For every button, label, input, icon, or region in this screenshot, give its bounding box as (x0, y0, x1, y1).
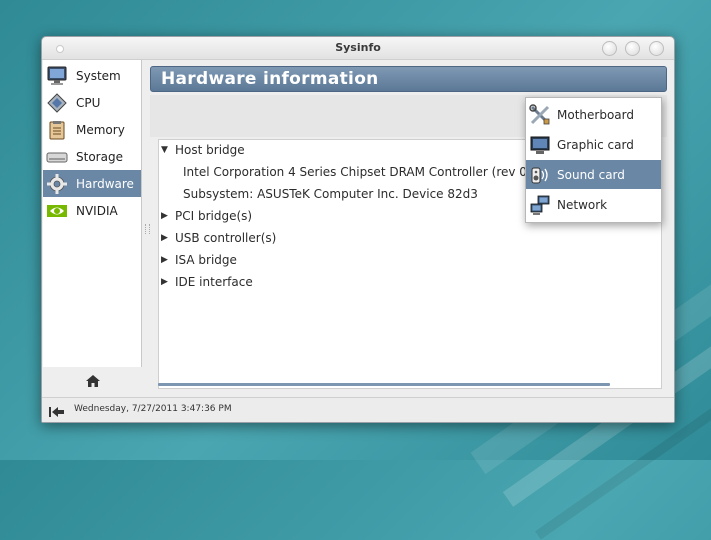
minimize-button[interactable] (602, 41, 617, 56)
sidebar-item-label: Hardware (76, 176, 134, 191)
home-icon[interactable] (86, 372, 100, 391)
status-datetime: Wednesday, 7/27/2011 3:47:36 PM (74, 404, 232, 414)
horizontal-scrollbar[interactable] (158, 383, 610, 386)
hardware-category-menu: Motherboard Graphic card Sound card Netw… (525, 97, 662, 223)
sidebar-item-label: CPU (76, 95, 101, 110)
network-icon (529, 194, 551, 216)
tree-item-host-bridge[interactable]: ▼ Host bridge (161, 140, 245, 160)
tree-item-label: USB controller(s) (175, 231, 277, 245)
nvidia-icon (46, 201, 68, 221)
menu-item-motherboard[interactable]: Motherboard (526, 100, 661, 129)
tree-subitem[interactable]: Intel Corporation 4 Series Chipset DRAM … (183, 162, 539, 182)
tree-item-usb-controllers[interactable]: ▶ USB controller(s) (161, 228, 276, 248)
sidebar-item-label: System (76, 68, 121, 83)
window-title: Sysinfo (335, 41, 381, 54)
maximize-button[interactable] (625, 41, 640, 56)
sidebar-item-label: Storage (76, 149, 123, 164)
sidebar: System CPU Memory Storage Hardware NVIDI… (43, 60, 142, 367)
tree-item-label: IDE interface (175, 275, 253, 289)
tree-subitem-label: Subsystem: ASUSTeK Computer Inc. Device … (183, 187, 478, 201)
tree-subitem-label: Intel Corporation 4 Series Chipset DRAM … (183, 165, 540, 179)
speaker-icon (529, 164, 551, 186)
collapse-sidebar-icon[interactable] (49, 403, 65, 422)
status-bar: Wednesday, 7/27/2011 3:47:36 PM (42, 397, 674, 422)
tree-item-label: ISA bridge (175, 253, 237, 267)
sidebar-item-label: NVIDIA (76, 203, 118, 218)
page-header: Hardware information (150, 66, 667, 92)
sidebar-item-memory[interactable]: Memory (43, 116, 141, 143)
tree-item-isa-bridge[interactable]: ▶ ISA bridge (161, 250, 237, 270)
menu-item-label: Sound card (557, 167, 625, 182)
cpu-icon (46, 92, 68, 113)
monitor-icon (46, 66, 68, 86)
tree-subitem[interactable]: Subsystem: ASUSTeK Computer Inc. Device … (183, 184, 478, 204)
menu-item-sound-card[interactable]: Sound card (526, 160, 661, 189)
sidebar-item-hardware[interactable]: Hardware (43, 170, 141, 197)
title-bar[interactable]: Sysinfo (42, 37, 674, 60)
gear-icon (46, 173, 68, 194)
page-title: Hardware information (161, 69, 379, 89)
sidebar-item-cpu[interactable]: CPU (43, 89, 141, 116)
tools-icon (529, 103, 551, 126)
sidebar-item-system[interactable]: System (43, 62, 141, 89)
menu-item-network[interactable]: Network (526, 190, 661, 219)
display-icon (529, 134, 551, 156)
menu-item-label: Motherboard (557, 107, 634, 122)
collapsed-arrow-icon[interactable]: ▶ (161, 255, 171, 265)
memory-icon (46, 120, 68, 140)
menu-item-label: Graphic card (557, 137, 634, 152)
collapsed-arrow-icon[interactable]: ▶ (161, 277, 171, 287)
close-button[interactable] (649, 41, 664, 56)
sysinfo-window: Sysinfo System CPU Memory Storage Hardwa… (41, 36, 675, 423)
menu-item-label: Network (557, 197, 608, 212)
menu-item-graphic-card[interactable]: Graphic card (526, 130, 661, 159)
collapsed-arrow-icon[interactable]: ▶ (161, 233, 171, 243)
sidebar-item-nvidia[interactable]: NVIDIA (43, 197, 141, 224)
tree-item-pci-bridge[interactable]: ▶ PCI bridge(s) (161, 206, 252, 226)
sidebar-item-storage[interactable]: Storage (43, 143, 141, 170)
pane-splitter[interactable] (145, 224, 150, 234)
expanded-arrow-icon[interactable]: ▼ (161, 145, 171, 155)
tree-item-label: PCI bridge(s) (175, 209, 253, 223)
tree-item-label: Host bridge (175, 143, 245, 157)
storage-icon (46, 147, 68, 167)
collapsed-arrow-icon[interactable]: ▶ (161, 211, 171, 221)
sidebar-footer (43, 368, 142, 390)
tree-item-ide-interface[interactable]: ▶ IDE interface (161, 272, 253, 292)
sidebar-item-label: Memory (76, 122, 125, 137)
